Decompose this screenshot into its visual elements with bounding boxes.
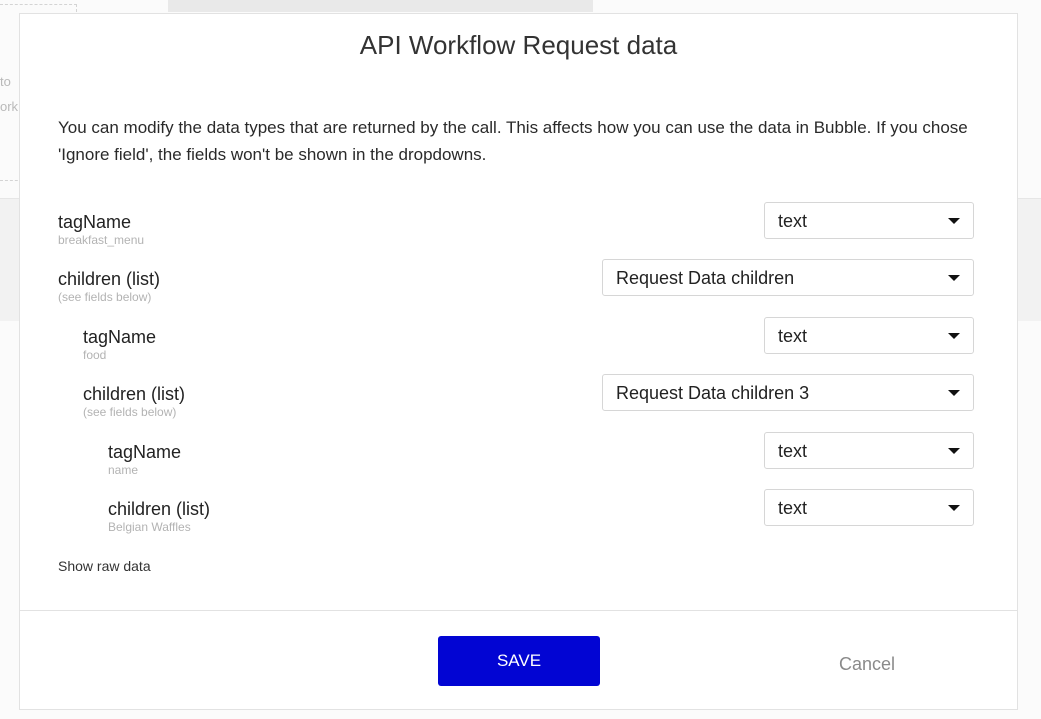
field-name: children (list) [83, 384, 186, 404]
footer-divider [20, 610, 1017, 611]
select-value: text [778, 441, 808, 461]
caret-down-icon [948, 333, 960, 339]
type-select[interactable]: text [764, 202, 974, 239]
field-name: tagName [58, 212, 132, 232]
field-sample: breakfast_menu [58, 233, 145, 247]
modal-description: You can modify the data types that are r… [58, 118, 968, 164]
field-sample: (see fields below) [83, 405, 177, 419]
show-raw-data-link[interactable]: Show raw data [58, 558, 151, 574]
field-sample: (see fields below) [58, 290, 152, 304]
field-sample: Belgian Waffles [108, 520, 191, 534]
type-select[interactable]: text [764, 489, 974, 526]
select-value: Request Data children [616, 268, 795, 288]
field-name: children (list) [108, 499, 211, 519]
select-value: text [778, 326, 808, 346]
background-text-fragment: to [0, 74, 11, 89]
type-select[interactable]: text [764, 432, 974, 469]
background-header-block [168, 0, 593, 12]
modal-title: API Workflow Request data [359, 30, 678, 60]
background-text-fragment: ork [0, 99, 19, 114]
caret-down-icon [948, 390, 960, 396]
type-select[interactable]: Request Data children [602, 259, 974, 296]
field-sample: food [83, 348, 107, 362]
cancel-button[interactable]: Cancel [839, 654, 895, 675]
type-select[interactable]: Request Data children 3 [602, 374, 974, 411]
request-data-modal: API Workflow Request data You can modify… [19, 13, 1018, 710]
field-name: tagName [108, 442, 182, 462]
field-name: tagName [83, 327, 157, 347]
field-name: children (list) [58, 269, 161, 289]
caret-down-icon [948, 448, 960, 454]
caret-down-icon [948, 505, 960, 511]
field-sample: name [108, 463, 139, 477]
caret-down-icon [948, 275, 960, 281]
type-select[interactable]: text [764, 317, 974, 354]
save-button[interactable]: SAVE [438, 636, 600, 686]
select-value: Request Data children 3 [616, 383, 810, 403]
select-value: text [778, 498, 808, 518]
select-value: text [778, 211, 808, 231]
caret-down-icon [948, 218, 960, 224]
